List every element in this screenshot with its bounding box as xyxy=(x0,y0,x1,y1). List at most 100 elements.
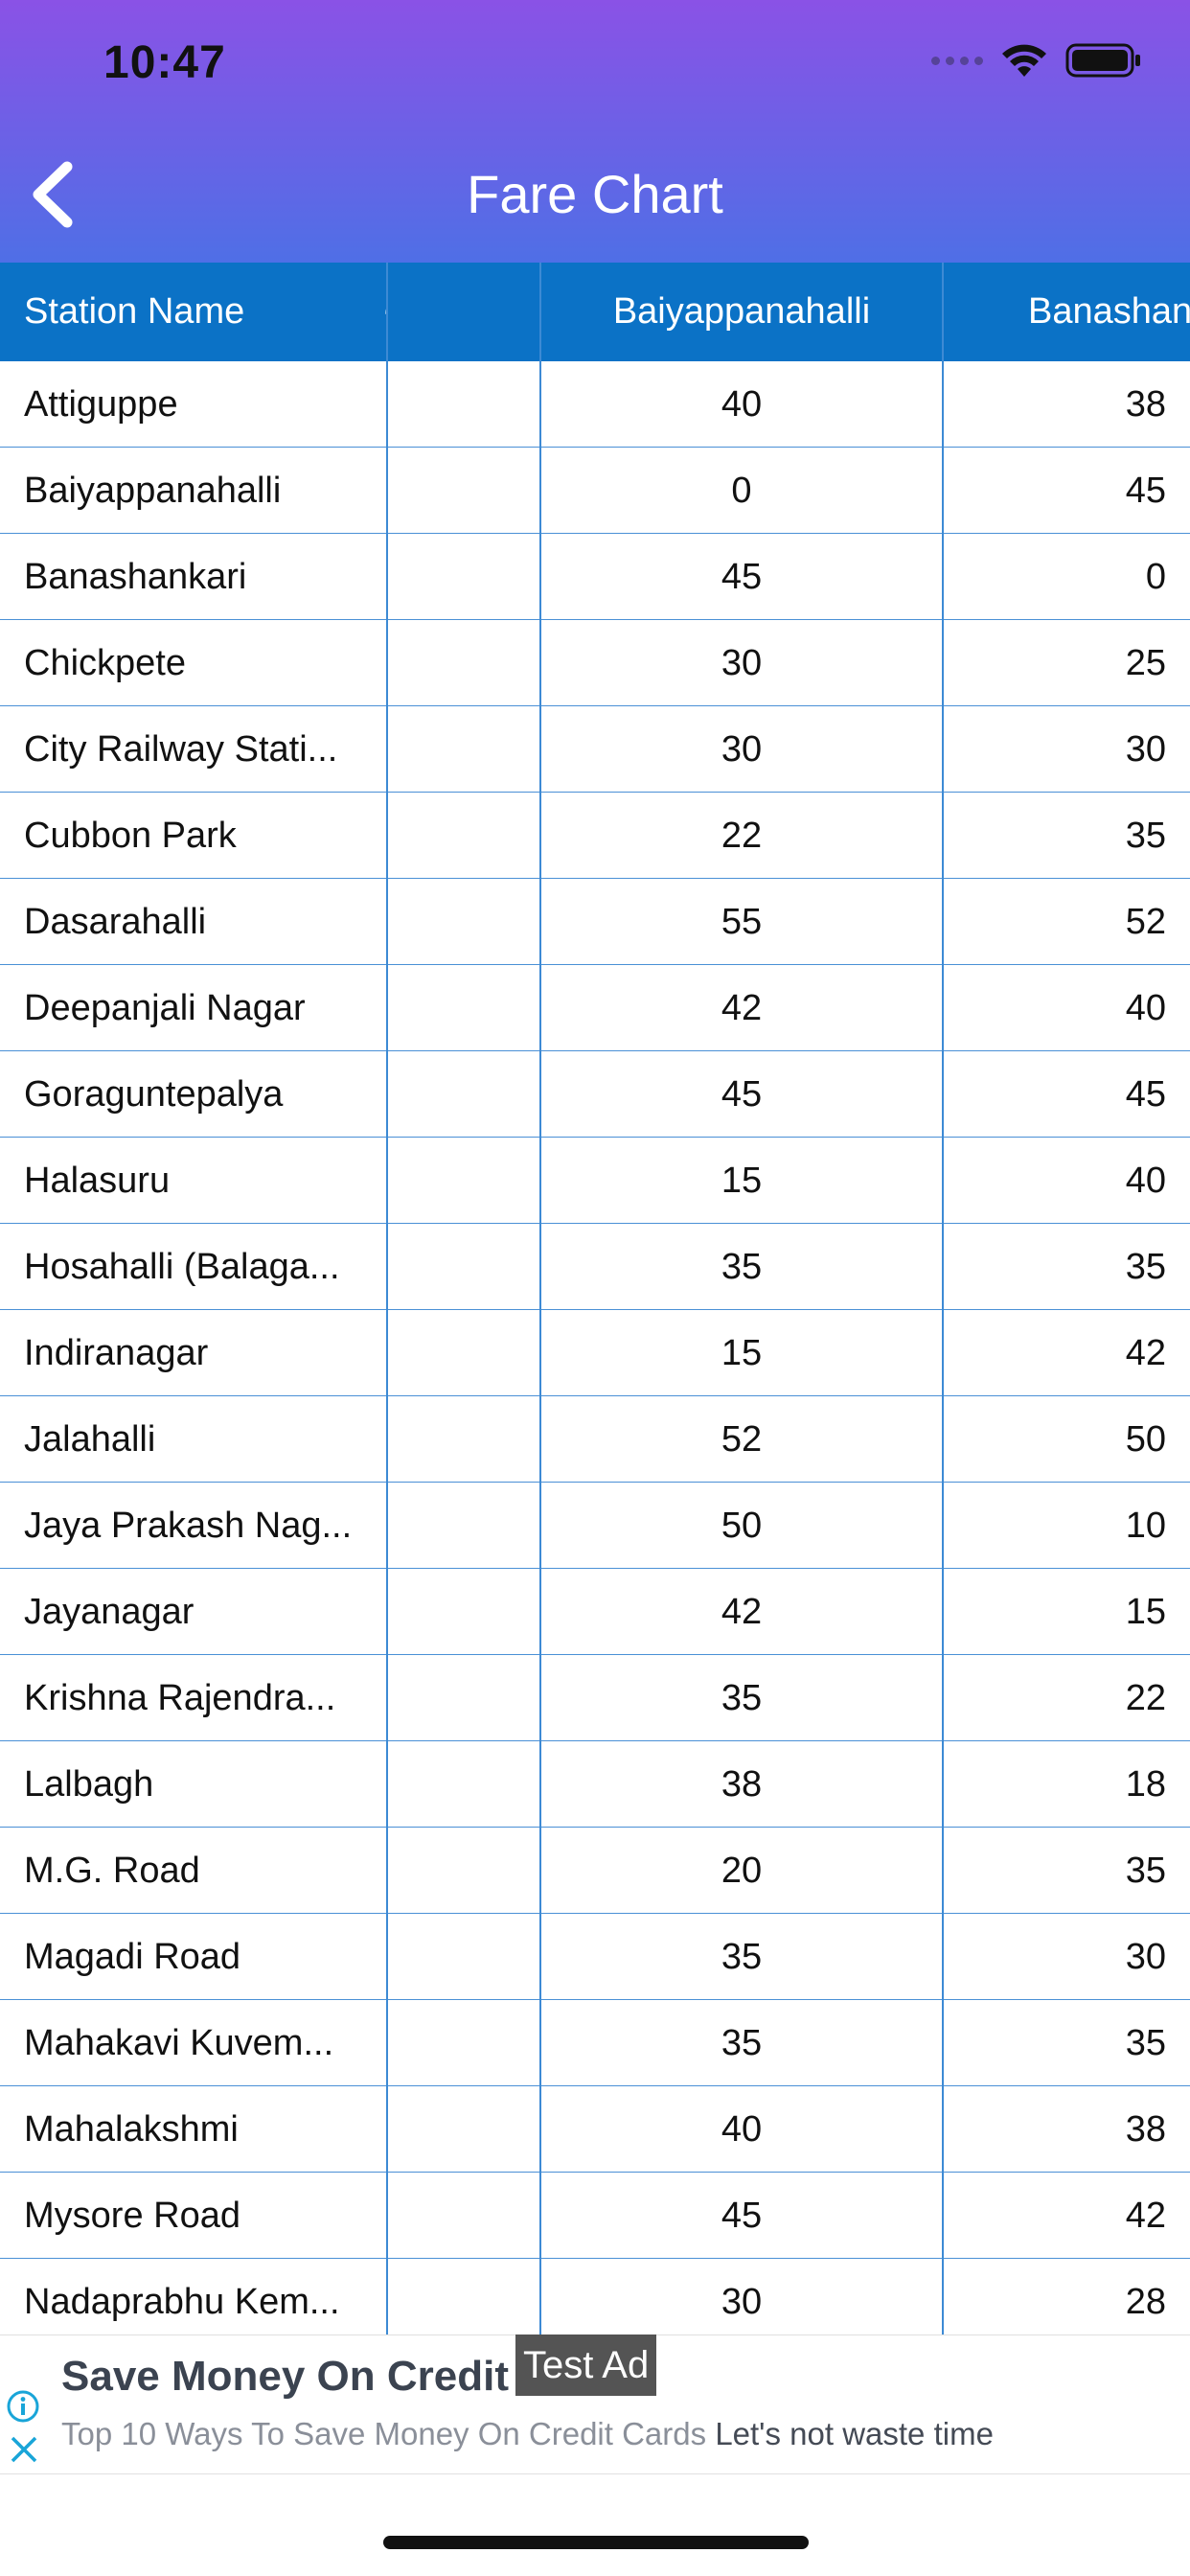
fare-cell-baiyappanahalli: 15 xyxy=(721,1161,763,1201)
fare-cell-baiyappanahalli: 50 xyxy=(721,1506,763,1546)
ad-headline[interactable]: Save Money On Credit xyxy=(61,2353,509,2401)
table-row[interactable]: Halasuru 15 40 xyxy=(0,1138,1190,1224)
battery-icon xyxy=(1065,43,1140,78)
fare-cell-baiyappanahalli: 40 xyxy=(721,384,763,425)
table-row[interactable]: Attiguppe 40 38 xyxy=(0,361,1190,448)
fare-cell-baiyappanahalli: 30 xyxy=(721,729,763,770)
table-row[interactable]: Cubbon Park 22 35 xyxy=(0,793,1190,879)
fare-cell-banashankari: 35 xyxy=(1125,1851,1166,1891)
fare-cell-banashankari: 42 xyxy=(1125,1333,1166,1373)
nav-header: 10:47 Fare Chart xyxy=(0,0,1190,263)
test-ad-badge: Test Ad xyxy=(515,2334,657,2396)
column-header-station-name[interactable]: Station Name xyxy=(24,263,378,361)
station-name-cell: Indiranagar xyxy=(24,1333,209,1373)
home-indicator[interactable] xyxy=(383,2536,809,2549)
station-name-cell: Jaya Prakash Nag... xyxy=(24,1506,353,1546)
table-row[interactable]: Hosahalli (Balaga... 35 35 xyxy=(0,1224,1190,1310)
table-row[interactable]: Krishna Rajendra... 35 22 xyxy=(0,1655,1190,1741)
station-name-cell: City Railway Stati... xyxy=(24,729,338,770)
table-row[interactable]: Magadi Road 35 30 xyxy=(0,1914,1190,2000)
table-row[interactable]: Indiranagar 15 42 xyxy=(0,1310,1190,1396)
fare-cell-baiyappanahalli: 0 xyxy=(731,471,752,511)
station-name-cell: Cubbon Park xyxy=(24,816,237,856)
table-body: Attiguppe 40 38 Baiyappanahalli 0 45 Banashank… xyxy=(0,361,1190,2334)
station-name-cell: Mysore Road xyxy=(24,2196,240,2236)
station-name-cell: Jalahalli xyxy=(24,1419,156,1460)
status-icons xyxy=(931,42,1142,79)
fare-cell-baiyappanahalli: 45 xyxy=(721,1074,763,1115)
fare-cell-baiyappanahalli: 42 xyxy=(721,1592,763,1632)
station-name-cell: Attiguppe xyxy=(24,384,178,425)
fare-cell-banashankari: 30 xyxy=(1125,1937,1166,1977)
fare-table[interactable]: Station Name pe Baiyappanahalli Banashan… xyxy=(0,263,1190,2334)
table-row[interactable]: Mahalakshmi 40 38 xyxy=(0,2086,1190,2173)
table-row[interactable]: Goraguntepalya 45 45 xyxy=(0,1051,1190,1138)
table-row[interactable]: Deepanjali Nagar 42 40 xyxy=(0,965,1190,1051)
station-name-cell: Dasarahalli xyxy=(24,902,207,942)
fare-cell-baiyappanahalli: 40 xyxy=(721,2109,763,2150)
table-row[interactable]: Jaya Prakash Nag... 50 10 xyxy=(0,1483,1190,1569)
table-row[interactable]: City Railway Stati... 30 30 xyxy=(0,706,1190,793)
station-name-cell: Jayanagar xyxy=(24,1592,195,1632)
fare-cell-baiyappanahalli: 35 xyxy=(721,1678,763,1718)
table-row[interactable]: M.G. Road 20 35 xyxy=(0,1828,1190,1914)
table-row[interactable]: Mysore Road 45 42 xyxy=(0,2173,1190,2259)
cellular-signal-icon xyxy=(931,56,983,65)
column-divider xyxy=(539,263,541,2334)
fare-cell-banashankari: 45 xyxy=(1125,471,1166,511)
table-row[interactable]: Chickpete 30 25 xyxy=(0,620,1190,706)
fare-cell-banashankari: 40 xyxy=(1125,988,1166,1028)
fare-cell-banashankari: 35 xyxy=(1125,816,1166,856)
fare-cell-baiyappanahalli: 35 xyxy=(721,2023,763,2063)
info-icon[interactable] xyxy=(6,2389,40,2424)
table-row[interactable]: Baiyappanahalli 0 45 xyxy=(0,448,1190,534)
fare-cell-baiyappanahalli: 52 xyxy=(721,1419,763,1460)
station-name-cell: Hosahalli (Balaga... xyxy=(24,1247,340,1287)
fare-cell-baiyappanahalli: 22 xyxy=(721,816,763,856)
fare-cell-banashankari: 15 xyxy=(1125,1592,1166,1632)
page-title: Fare Chart xyxy=(467,164,723,224)
station-name-cell: Mahakavi Kuvem... xyxy=(24,2023,334,2063)
fare-cell-baiyappanahalli: 20 xyxy=(721,1851,763,1891)
station-name-cell: Banashankari xyxy=(24,557,247,597)
table-row[interactable]: Mahakavi Kuvem... 35 35 xyxy=(0,2000,1190,2086)
fare-cell-baiyappanahalli: 30 xyxy=(721,2282,763,2322)
ad-description[interactable]: Top 10 Ways To Save Money On Credit Card… xyxy=(61,2416,994,2452)
fare-cell-banashankari: 45 xyxy=(1125,1074,1166,1115)
column-divider xyxy=(942,263,944,2334)
station-name-cell: Krishna Rajendra... xyxy=(24,1678,336,1718)
close-icon[interactable] xyxy=(8,2433,40,2466)
fare-cell-banashankari: 28 xyxy=(1125,2282,1166,2322)
fare-cell-banashankari: 10 xyxy=(1125,1506,1166,1546)
fare-cell-banashankari: 0 xyxy=(1145,557,1166,597)
column-header-baiyappanahalli[interactable]: Baiyappanahalli xyxy=(541,263,942,361)
fare-cell-banashankari: 35 xyxy=(1125,2023,1166,2063)
fare-cell-banashankari: 38 xyxy=(1125,384,1166,425)
table-row[interactable]: Dasarahalli 55 52 xyxy=(0,879,1190,965)
table-row[interactable]: Nadaprabhu Kem... 30 28 xyxy=(0,2259,1190,2334)
station-name-cell: Goraguntepalya xyxy=(24,1074,284,1115)
station-name-cell: Magadi Road xyxy=(24,1937,241,1977)
fare-cell-banashankari: 42 xyxy=(1125,2196,1166,2236)
table-row[interactable]: Jalahalli 52 50 xyxy=(0,1396,1190,1483)
fare-cell-baiyappanahalli: 42 xyxy=(721,988,763,1028)
station-name-cell: Mahalakshmi xyxy=(24,2109,239,2150)
column-header-partial[interactable]: pe xyxy=(385,263,538,361)
station-name-cell: Halasuru xyxy=(24,1161,171,1201)
fare-cell-banashankari: 50 xyxy=(1125,1419,1166,1460)
status-time: 10:47 xyxy=(103,37,226,88)
column-header-banashankari[interactable]: Banashan xyxy=(944,263,1190,361)
fare-cell-baiyappanahalli: 35 xyxy=(721,1937,763,1977)
fare-cell-banashankari: 40 xyxy=(1125,1161,1166,1201)
station-name-cell: M.G. Road xyxy=(24,1851,200,1891)
column-header-banashankari-label: Banashan xyxy=(1028,291,1190,332)
fare-cell-banashankari: 38 xyxy=(1125,2109,1166,2150)
station-name-cell: Lalbagh xyxy=(24,1764,154,1805)
table-row[interactable]: Lalbagh 38 18 xyxy=(0,1741,1190,1828)
table-row[interactable]: Banashankari 45 0 xyxy=(0,534,1190,620)
table-header-row: Station Name pe Baiyappanahalli Banashan xyxy=(0,263,1190,361)
ad-description-text: Top 10 Ways To Save Money On Credit Card… xyxy=(61,2416,707,2451)
table-row[interactable]: Jayanagar 42 15 xyxy=(0,1569,1190,1655)
station-name-cell: Deepanjali Nagar xyxy=(24,988,306,1028)
fare-cell-baiyappanahalli: 35 xyxy=(721,1247,763,1287)
